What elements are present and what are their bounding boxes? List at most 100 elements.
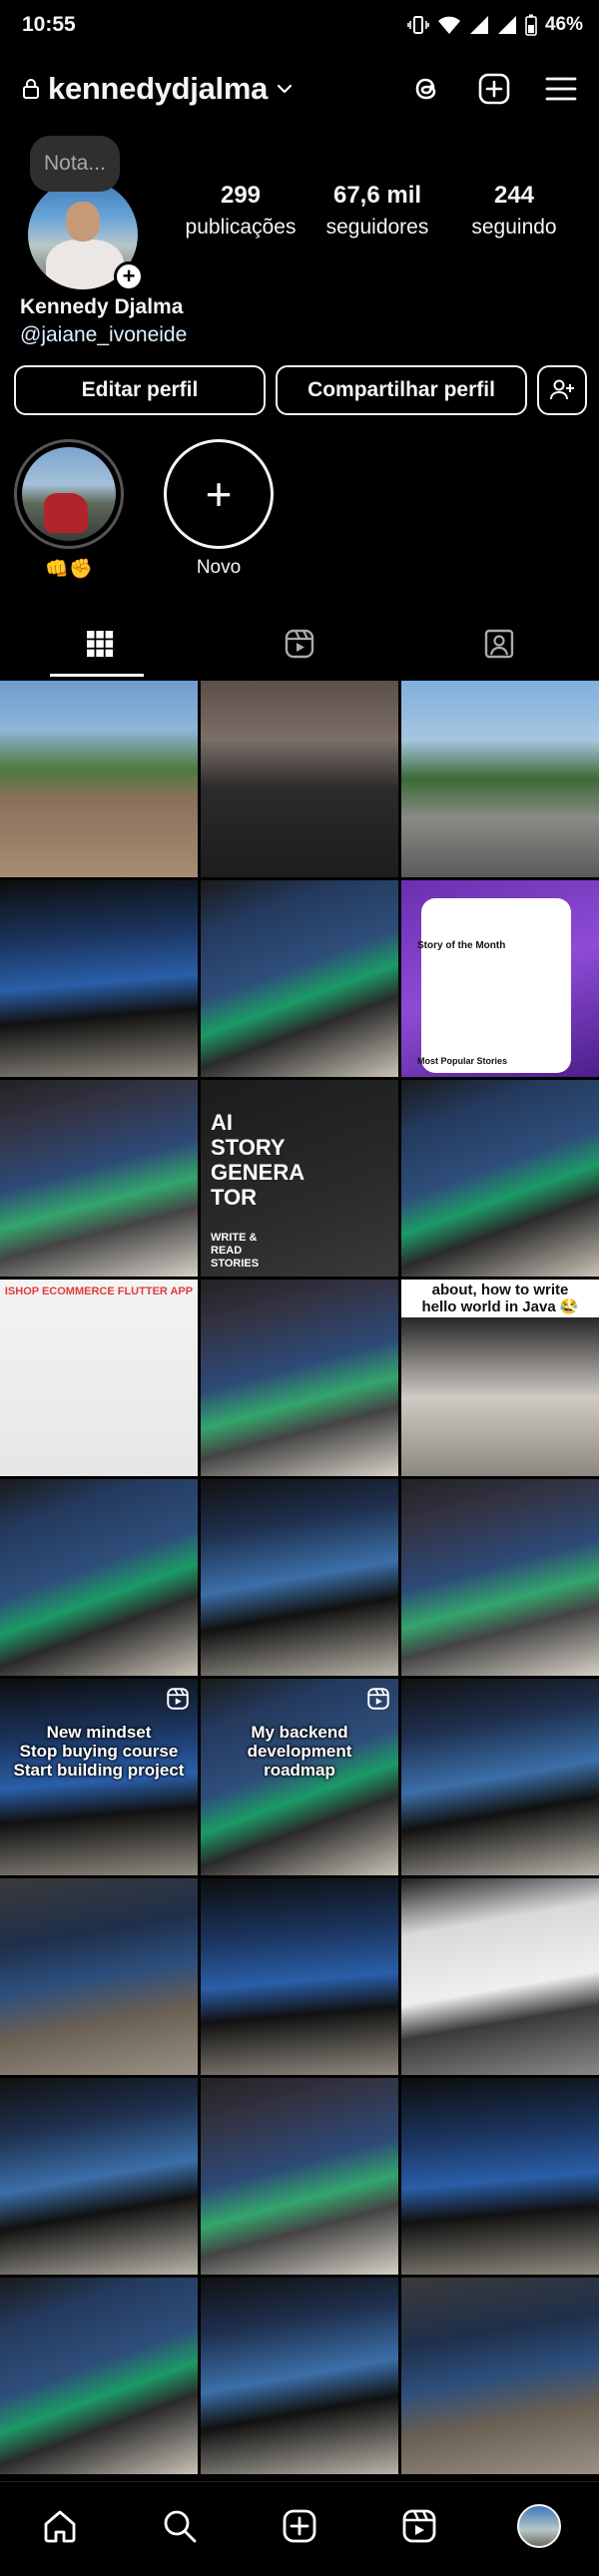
profile-actions: Editar perfil Compartilhar perfil <box>14 365 587 415</box>
highlight-label: Novo <box>196 557 242 578</box>
reels-icon <box>285 629 314 659</box>
reel-indicator-icon <box>567 1288 591 1316</box>
post-thumbnail[interactable] <box>401 1679 599 1875</box>
stat-following[interactable]: 244 seguindo <box>449 182 579 240</box>
wifi-icon <box>437 16 460 34</box>
post-thumbnail[interactable]: AI STORY GENERA TOR WRITE & READ STORIES <box>201 1080 398 1277</box>
post-thumbnail[interactable] <box>0 1479 198 1676</box>
create-icon <box>283 2509 316 2543</box>
signal-icon <box>469 16 488 34</box>
profile-tabs <box>0 611 599 677</box>
new-highlight[interactable]: + Novo <box>164 439 274 581</box>
highlight-label: 👊✊ <box>45 559 93 580</box>
post-thumbnail[interactable] <box>401 1080 599 1277</box>
username-title: kennedydjalma <box>48 71 269 106</box>
post-thumbnail[interactable] <box>201 1479 398 1676</box>
post-thumbnail[interactable] <box>0 2078 198 2275</box>
edit-profile-button[interactable]: Editar perfil <box>14 365 266 415</box>
display-name: Kennedy Djalma <box>20 295 184 318</box>
post-thumbnail[interactable]: New mindset Stop buying course Start bui… <box>0 1679 198 1875</box>
bio-mention-link[interactable]: @jaiane_ivoneide <box>20 323 187 347</box>
post-thumbnail[interactable] <box>0 1878 198 2075</box>
reel-indicator-icon <box>166 1687 190 1716</box>
post-thumbnail[interactable]: My backend development roadmap <box>201 1679 398 1875</box>
search-icon <box>164 2510 197 2543</box>
post-thumbnail[interactable] <box>201 2278 398 2474</box>
post-thumbnail[interactable]: about, how to write hello world in Java … <box>401 1280 599 1476</box>
post-thumbnail[interactable] <box>0 2278 198 2474</box>
post-thumbnail[interactable] <box>401 1878 599 2075</box>
post-thumbnail[interactable] <box>401 681 599 877</box>
tagged-icon <box>484 629 514 659</box>
post-thumbnail[interactable]: ISHOP ECOMMERCE FLUTTER APP <box>0 1280 198 1476</box>
battery-icon <box>525 14 537 36</box>
stat-posts[interactable]: 299 publicações <box>176 182 305 240</box>
status-icons: 46% <box>407 14 583 36</box>
status-time: 10:55 <box>22 13 76 36</box>
reels-icon <box>402 2509 436 2543</box>
post-thumbnail[interactable]: Story of the Month Most Popular Stories <box>401 880 599 1077</box>
status-bar: 10:55 46% <box>0 0 599 50</box>
nav-search[interactable] <box>150 2496 210 2556</box>
post-thumbnail[interactable] <box>201 2078 398 2275</box>
post-text: Most Popular Stories <box>417 1056 508 1066</box>
post-thumbnail[interactable] <box>401 2078 599 2275</box>
home-icon <box>44 2510 76 2543</box>
post-caption: New mindset Stop buying course Start bui… <box>13 1723 185 1780</box>
chevron-down-icon <box>277 84 293 94</box>
highlight-item[interactable]: 👊✊ <box>14 439 124 581</box>
stat-value: 67,6 mil <box>332 182 422 209</box>
nav-profile[interactable] <box>509 2496 569 2556</box>
nav-create[interactable] <box>270 2496 329 2556</box>
nav-reels[interactable] <box>389 2496 449 2556</box>
profile-header: kennedydjalma <box>0 56 599 122</box>
menu-icon[interactable] <box>545 75 577 103</box>
account-switcher[interactable]: kennedydjalma <box>22 71 294 107</box>
post-thumbnail[interactable] <box>201 1878 398 2075</box>
add-story-badge[interactable]: + <box>114 261 144 291</box>
battery-percent: 46% <box>544 14 583 35</box>
threads-icon[interactable] <box>409 72 443 106</box>
post-thumbnail[interactable] <box>201 880 398 1077</box>
stat-value: 299 <box>220 182 262 209</box>
stat-label: seguidores <box>325 216 429 239</box>
reel-indicator-icon <box>366 1687 390 1716</box>
note-bubble[interactable]: Nota... <box>30 136 120 192</box>
discover-people-button[interactable] <box>537 365 587 415</box>
share-profile-button[interactable]: Compartilhar perfil <box>276 365 527 415</box>
lock-icon <box>23 79 39 99</box>
create-post-icon[interactable] <box>477 72 511 106</box>
post-thumbnail[interactable] <box>201 681 398 877</box>
tab-grid[interactable] <box>0 611 200 677</box>
grid-icon <box>87 631 114 658</box>
bottom-navigation <box>0 2481 599 2576</box>
tab-reels[interactable] <box>200 611 399 677</box>
tab-tagged[interactable] <box>399 611 599 677</box>
plus-icon: + <box>164 439 274 549</box>
profile-stats: 299 publicações 67,6 mil seguidores 244 … <box>176 182 579 240</box>
nav-home[interactable] <box>30 2496 90 2556</box>
highlight-cover <box>22 447 116 541</box>
add-person-icon <box>550 379 574 400</box>
highlight-ring <box>14 439 124 549</box>
stat-label: seguindo <box>471 216 557 239</box>
post-title: ISHOP ECOMMERCE FLUTTER APP <box>4 1286 194 1297</box>
stat-label: publicações <box>185 216 297 239</box>
post-thumbnail[interactable] <box>0 880 198 1077</box>
post-caption: My backend development roadmap <box>247 1723 352 1780</box>
post-thumbnail[interactable] <box>0 681 198 877</box>
post-title: AI STORY GENERA TOR <box>211 1110 305 1210</box>
posts-grid: Story of the Month Most Popular Stories AI… <box>0 681 599 2474</box>
story-highlights: 👊✊ + Novo <box>14 439 274 581</box>
post-thumbnail[interactable] <box>201 1280 398 1476</box>
profile-avatar[interactable]: + <box>28 180 144 291</box>
post-thumbnail[interactable] <box>401 1479 599 1676</box>
stat-followers[interactable]: 67,6 mil seguidores <box>312 182 442 240</box>
signal-icon-2 <box>497 16 516 34</box>
stat-value: 244 <box>493 182 535 209</box>
post-thumbnail[interactable] <box>401 2278 599 2474</box>
post-subtitle: WRITE & READ STORIES <box>211 1232 260 1270</box>
vibrate-icon <box>407 16 429 34</box>
profile-avatar-icon <box>517 2504 561 2548</box>
post-thumbnail[interactable] <box>0 1080 198 1277</box>
